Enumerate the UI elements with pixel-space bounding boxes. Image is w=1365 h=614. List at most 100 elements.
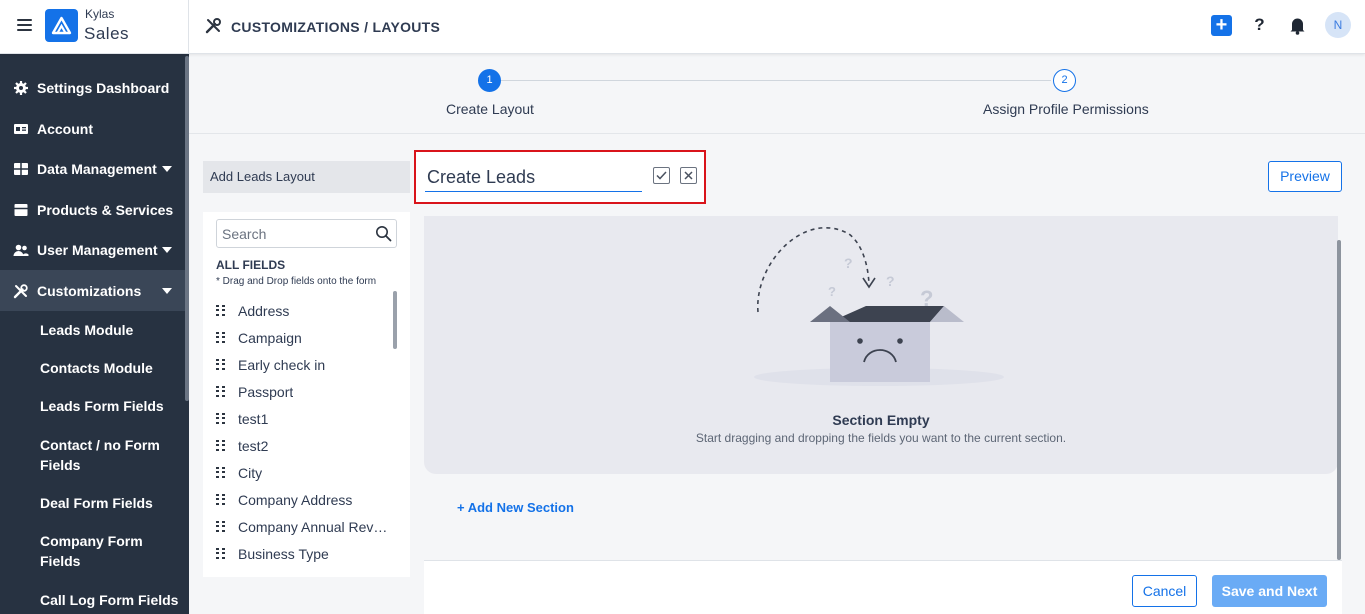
layout-canvas: ? ? ? ? Section Empty Start dragging and… bbox=[424, 216, 1340, 614]
quick-add-button[interactable]: + bbox=[1211, 14, 1232, 36]
confirm-check-icon[interactable] bbox=[653, 167, 670, 184]
user-avatar[interactable]: N bbox=[1325, 12, 1351, 38]
field-label: Early check in bbox=[238, 356, 326, 373]
sidebar-item-products-services[interactable]: Products & Services bbox=[0, 196, 185, 224]
stepper-connector bbox=[500, 80, 1051, 81]
sidebar-subitem-contact-form-fields[interactable]: Contact / no Form Fields bbox=[40, 435, 180, 475]
empty-box-illustration: ? ? ? ? bbox=[744, 224, 1014, 399]
list-item[interactable]: City bbox=[216, 459, 394, 486]
field-list-scrollbar[interactable] bbox=[393, 291, 397, 349]
sidebar-subitem-leads-module[interactable]: Leads Module bbox=[40, 320, 180, 340]
field-label: test2 bbox=[238, 437, 269, 454]
sidebar-subitem-deal-form-fields[interactable]: Deal Form Fields bbox=[40, 493, 180, 513]
list-item[interactable]: Business Type bbox=[216, 540, 394, 567]
help-icon[interactable]: ? bbox=[1249, 15, 1270, 35]
add-new-section-link[interactable]: + Add New Section bbox=[457, 500, 574, 515]
list-item[interactable]: Company Address bbox=[216, 486, 394, 513]
brand-name: Kylas bbox=[85, 7, 115, 21]
search-icon[interactable] bbox=[375, 225, 392, 242]
sidebar-item-customizations[interactable]: Customizations bbox=[0, 270, 185, 311]
field-search-input[interactable] bbox=[222, 226, 372, 242]
preview-button[interactable]: Preview bbox=[1268, 161, 1342, 192]
save-and-next-button[interactable]: Save and Next bbox=[1212, 575, 1327, 607]
drag-handle-icon[interactable] bbox=[216, 331, 226, 344]
svg-text:?: ? bbox=[886, 273, 895, 289]
sidebar-item-label: Data Management bbox=[37, 161, 157, 177]
tools-icon bbox=[205, 17, 222, 37]
sidebar-item-account[interactable]: Account bbox=[0, 115, 185, 143]
footer-actions: Cancel Save and Next bbox=[424, 560, 1342, 614]
sidebar-item-data-management[interactable]: Data Management bbox=[0, 155, 185, 183]
step-2-indicator: 2 bbox=[1053, 69, 1076, 92]
drag-hint: * Drag and Drop fields onto the form bbox=[216, 276, 377, 287]
field-search-box[interactable] bbox=[216, 219, 397, 248]
sidebar-item-settings-dashboard[interactable]: Settings Dashboard bbox=[0, 74, 185, 102]
sidebar-item-label: Account bbox=[37, 121, 93, 137]
drag-handle-icon[interactable] bbox=[216, 358, 226, 371]
sidebar-subitem-leads-form-fields[interactable]: Leads Form Fields bbox=[40, 396, 180, 416]
step-1-indicator: 1 bbox=[478, 69, 501, 92]
field-label: Company Annual Revenue bbox=[238, 518, 388, 535]
sidebar: Settings Dashboard Account Data Manageme… bbox=[0, 54, 189, 614]
fields-panel: ALL FIELDS * Drag and Drop fields onto t… bbox=[203, 212, 410, 577]
sidebar-item-user-management[interactable]: User Management bbox=[0, 236, 185, 264]
table-icon bbox=[13, 161, 29, 177]
sidebar-subitem-contacts-module[interactable]: Contacts Module bbox=[40, 358, 180, 378]
empty-section-subtitle: Start dragging and dropping the fields y… bbox=[695, 431, 1067, 445]
drag-handle-icon[interactable] bbox=[216, 304, 226, 317]
sidebar-item-label: User Management bbox=[37, 242, 158, 258]
svg-text:?: ? bbox=[844, 255, 853, 271]
canvas-scrollbar[interactable] bbox=[1337, 240, 1341, 560]
layout-name-input[interactable]: Create Leads bbox=[425, 164, 642, 192]
sidebar-item-label: Customizations bbox=[37, 282, 142, 299]
drag-handle-icon[interactable] bbox=[216, 412, 226, 425]
svg-text:?: ? bbox=[828, 284, 836, 299]
cancel-button[interactable]: Cancel bbox=[1132, 575, 1197, 607]
drag-handle-icon[interactable] bbox=[216, 466, 226, 479]
gear-icon bbox=[13, 80, 29, 96]
sidebar-subitem-company-form-fields[interactable]: Company Form Fields bbox=[40, 531, 180, 571]
brand-product: Sales bbox=[84, 24, 130, 43]
list-item[interactable]: Company Annual Revenue bbox=[216, 513, 394, 540]
all-fields-heading: ALL FIELDS bbox=[216, 258, 286, 272]
header-actions: + ? N bbox=[1211, 12, 1351, 38]
close-icon[interactable] bbox=[680, 167, 697, 184]
step-2-label: Assign Profile Permissions bbox=[983, 101, 1149, 117]
list-item[interactable]: test1 bbox=[216, 405, 394, 432]
sidebar-item-label: Products & Services bbox=[37, 202, 174, 218]
field-label: test1 bbox=[238, 410, 269, 427]
chevron-down-icon[interactable] bbox=[162, 287, 172, 294]
drag-handle-icon[interactable] bbox=[216, 385, 226, 398]
hamburger-menu-icon[interactable] bbox=[17, 19, 32, 31]
drag-handle-icon[interactable] bbox=[216, 520, 226, 533]
field-list: Address Campaign Early check in Passport… bbox=[216, 297, 394, 567]
list-item[interactable]: Address bbox=[216, 297, 394, 324]
stepper: 1 Create Layout 2 Assign Profile Permiss… bbox=[189, 54, 1365, 134]
empty-section[interactable]: ? ? ? ? Section Empty Start dragging and… bbox=[424, 216, 1338, 474]
drag-handle-icon[interactable] bbox=[216, 493, 226, 506]
sidebar-item-label: Settings Dashboard bbox=[37, 80, 170, 96]
drag-handle-icon[interactable] bbox=[216, 547, 226, 560]
list-item[interactable]: Campaign bbox=[216, 324, 394, 351]
drag-handle-icon[interactable] bbox=[216, 439, 226, 452]
empty-section-title: Section Empty bbox=[832, 412, 930, 428]
notification-bell-icon[interactable] bbox=[1287, 15, 1308, 36]
field-label: Company Address bbox=[238, 491, 353, 508]
step-1-label: Create Layout bbox=[446, 101, 534, 117]
chevron-down-icon[interactable] bbox=[162, 166, 172, 172]
list-item[interactable]: Early check in bbox=[216, 351, 394, 378]
tools-icon bbox=[13, 283, 29, 299]
kylas-logo-icon[interactable] bbox=[45, 9, 78, 42]
id-card-icon bbox=[13, 121, 29, 137]
users-icon bbox=[13, 242, 29, 258]
sidebar-subitem-call-log-form-fields[interactable]: Call Log Form Fields bbox=[40, 590, 180, 610]
list-item[interactable]: test2 bbox=[216, 432, 394, 459]
brand-area: Kylas Sales bbox=[0, 0, 189, 54]
breadcrumb: CUSTOMIZATIONS / LAYOUTS bbox=[205, 17, 440, 37]
chevron-down-icon[interactable] bbox=[162, 247, 172, 253]
field-label: Business Type bbox=[238, 545, 329, 562]
list-item[interactable]: Passport bbox=[216, 378, 394, 405]
page-title: CUSTOMIZATIONS / LAYOUTS bbox=[231, 19, 441, 35]
field-label: Passport bbox=[238, 383, 294, 400]
field-label: Campaign bbox=[238, 329, 302, 346]
